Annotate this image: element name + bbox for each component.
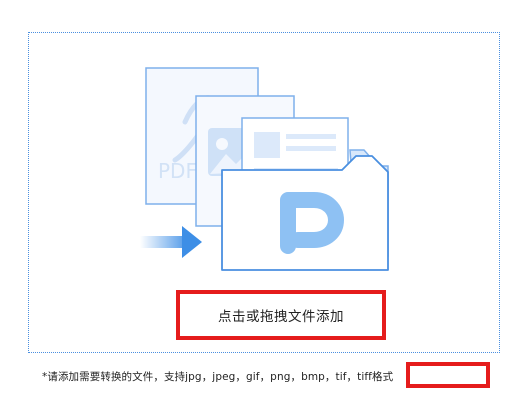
pdf-doc-label: PDF [158, 159, 197, 183]
hint-highlight-box [406, 362, 490, 388]
supported-formats-hint: *请添加需要转换的文件，支持jpg，jpeg，gif，png，bmp，tif，t… [42, 371, 394, 383]
add-file-button[interactable]: 点击或拖拽文件添加 [176, 290, 386, 340]
arrow-right-icon [140, 226, 202, 258]
add-file-label: 点击或拖拽文件添加 [218, 309, 344, 325]
upload-illustration: PDF [140, 67, 389, 271]
